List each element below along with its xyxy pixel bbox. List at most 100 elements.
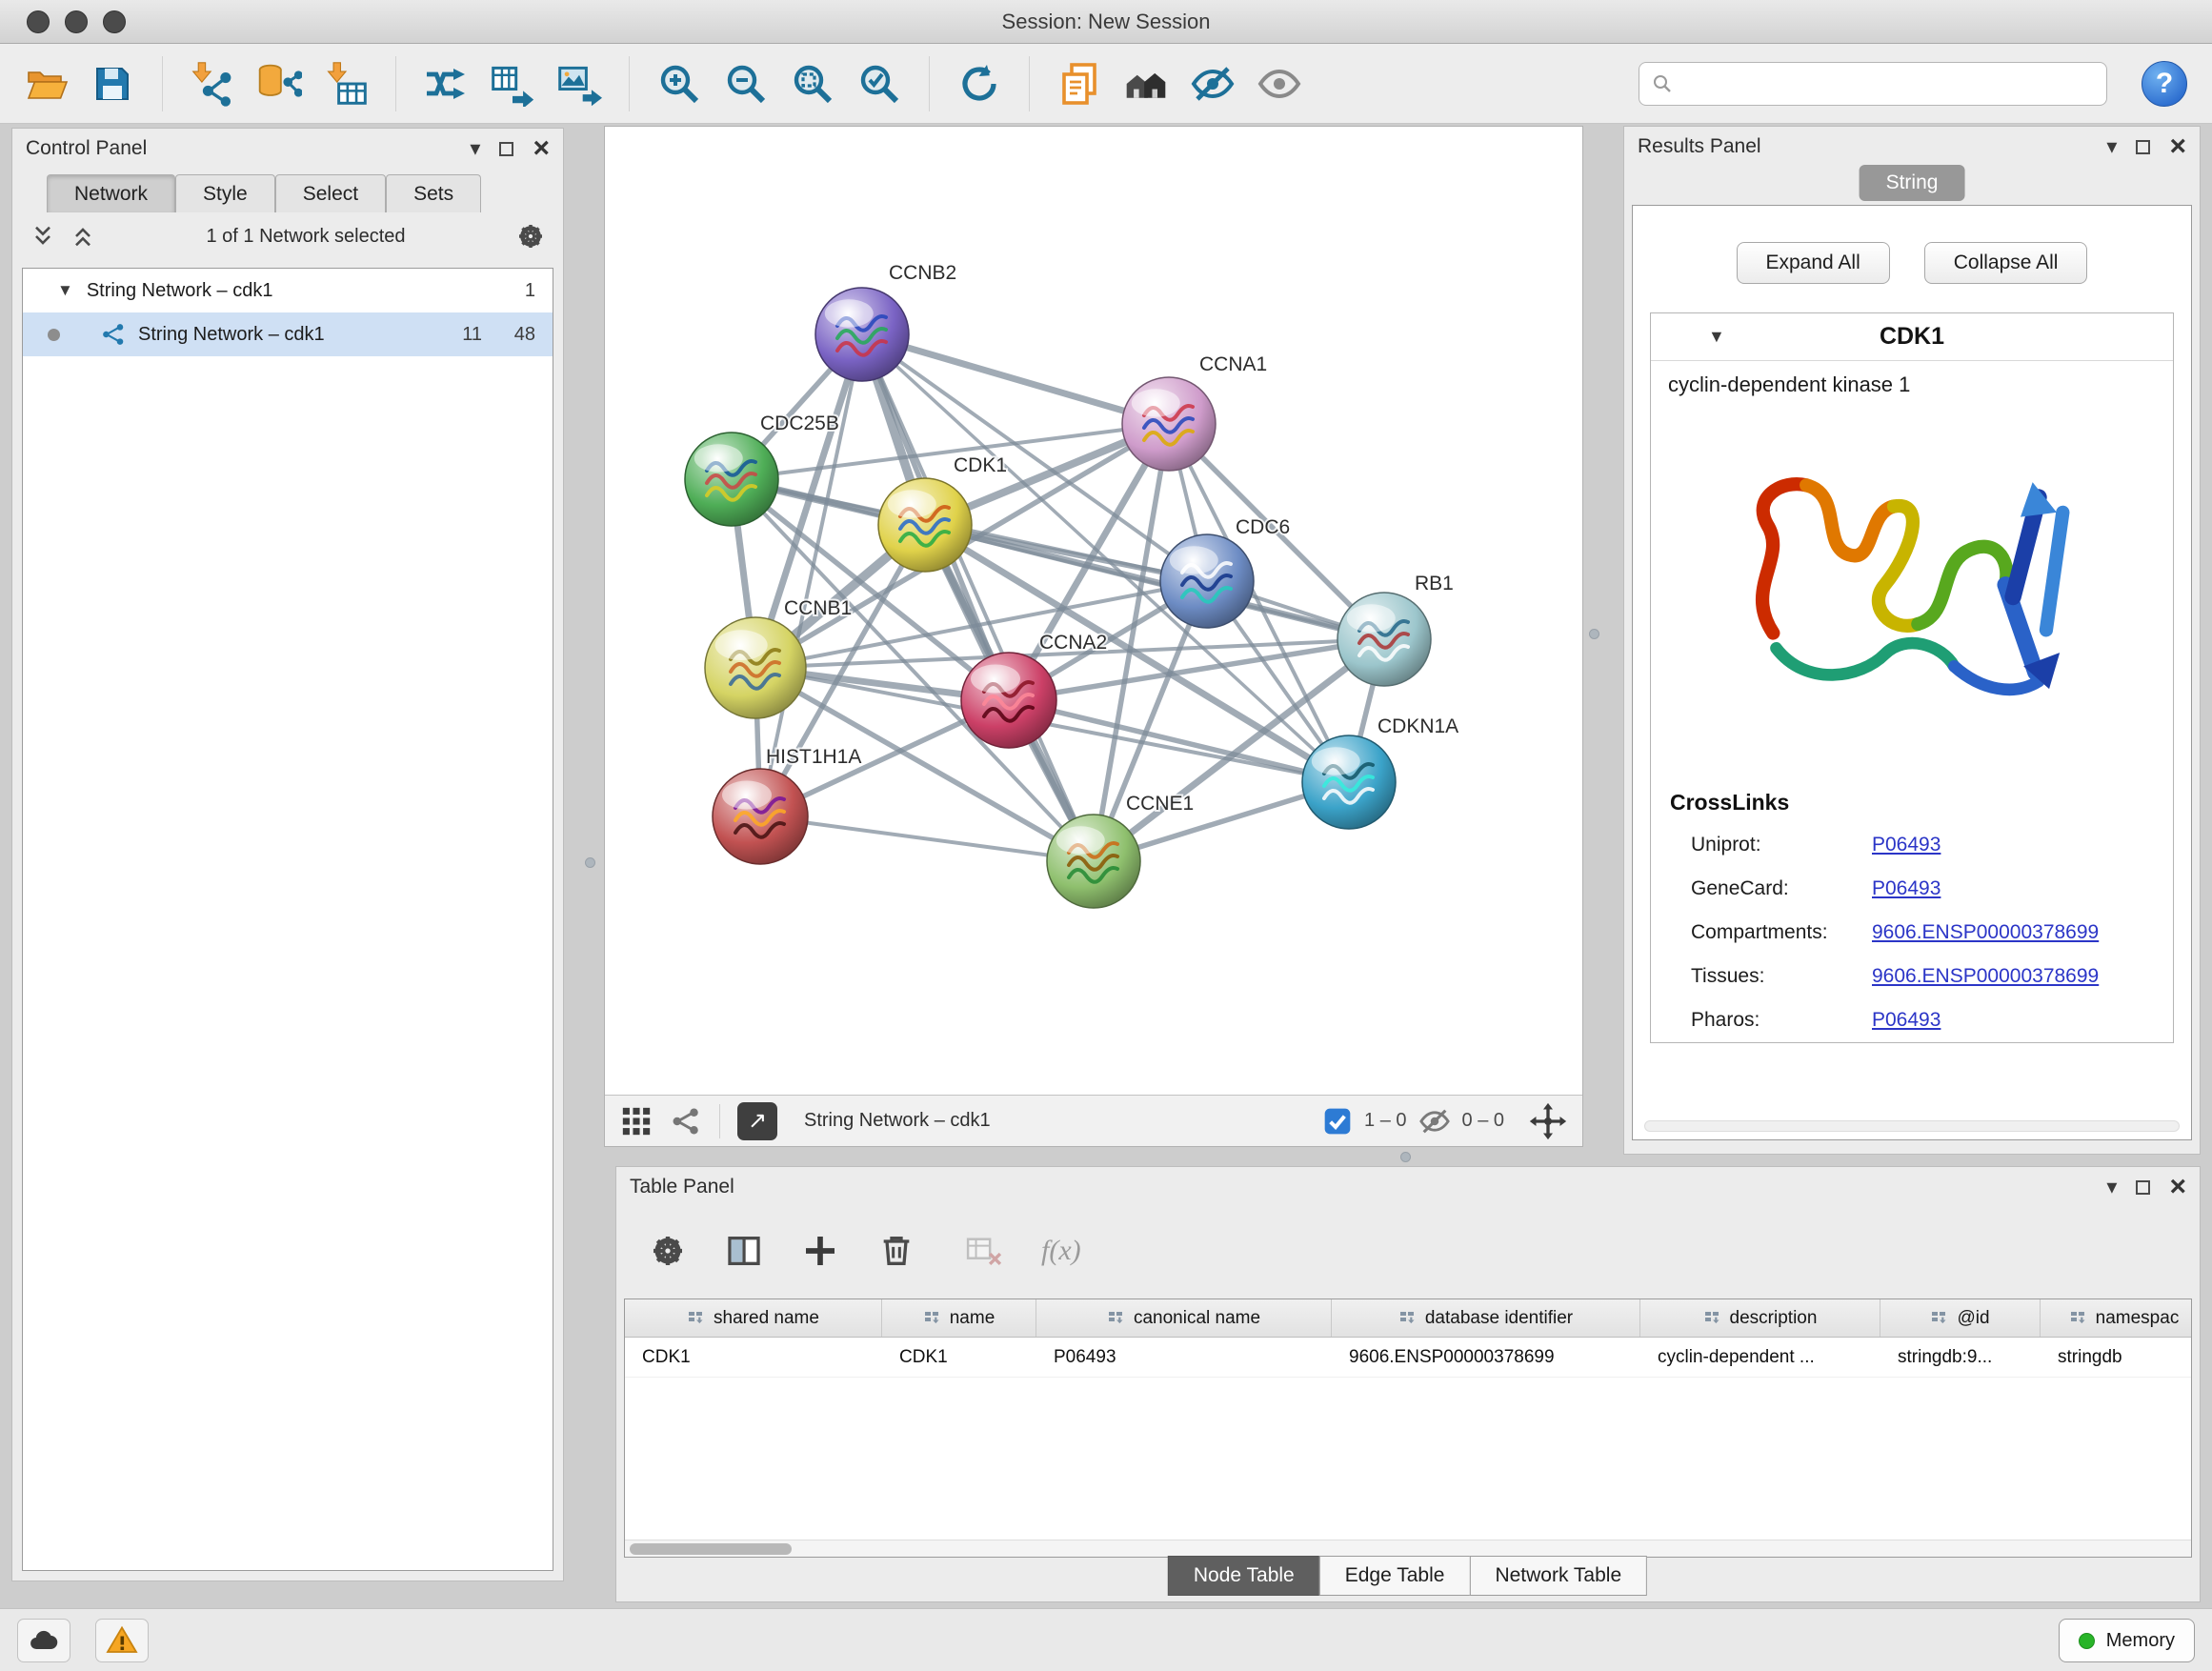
network-node-ccna1[interactable]: CCNA1 [1122, 353, 1267, 471]
node-label-cdc6: CDC6 [1236, 516, 1290, 538]
network-node-ccnb2[interactable]: CCNB2 [815, 262, 956, 381]
network-collection-row[interactable]: ▼ String Network – cdk1 1 [23, 269, 553, 312]
hidden-eye-icon[interactable] [1418, 1105, 1451, 1137]
section-caret-icon[interactable]: ▼ [1708, 327, 1725, 347]
table-horizontal-scrollbar[interactable] [625, 1540, 2191, 1557]
network-node-ccnb1[interactable]: CCNB1 [705, 597, 852, 718]
column-header-database-identifier[interactable]: database identifier [1332, 1299, 1640, 1337]
zoom-fit-icon[interactable] [786, 57, 839, 111]
view-share-icon[interactable] [670, 1105, 702, 1137]
collapse-all-button[interactable]: Collapse All [1924, 242, 2088, 284]
crosslink-link[interactable]: P06493 [1872, 1009, 1941, 1032]
fit-content-crosshair-icon[interactable] [1529, 1102, 1567, 1140]
table-row[interactable]: CDK1 CDK1 P06493 9606.ENSP00000378699 cy… [625, 1338, 2191, 1378]
show-panel-eye-icon[interactable] [1253, 57, 1306, 111]
save-session-icon[interactable] [86, 57, 139, 111]
zoom-in-icon[interactable] [653, 57, 706, 111]
panel-float-icon[interactable] [2136, 1180, 2150, 1195]
tab-network[interactable]: Network [47, 174, 175, 212]
tab-network-table[interactable]: Network Table [1469, 1556, 1647, 1596]
panel-close-icon[interactable]: × [2169, 1173, 2186, 1201]
crosslink-link[interactable]: 9606.ENSP00000378699 [1872, 921, 2099, 944]
expand-all-icon[interactable] [70, 223, 96, 250]
network-row-selected[interactable]: String Network – cdk1 11 48 [23, 312, 553, 356]
duplicate-document-icon[interactable] [1053, 57, 1106, 111]
crosslink-label: Tissues: [1691, 965, 1872, 988]
tree-caret-icon[interactable]: ▼ [57, 281, 73, 300]
column-header-namespace[interactable]: namespac [2041, 1299, 2192, 1337]
import-network-database-icon[interactable] [252, 57, 306, 111]
crosslink-link[interactable]: 9606.ENSP00000378699 [1872, 965, 2099, 988]
zoom-out-icon[interactable] [719, 57, 773, 111]
home-views-icon[interactable] [1119, 57, 1173, 111]
collapse-all-icon[interactable] [30, 223, 56, 250]
panel-menu-icon[interactable]: ▾ [2106, 1177, 2117, 1198]
zoom-selected-icon[interactable] [853, 57, 906, 111]
tab-sets[interactable]: Sets [386, 174, 481, 212]
panel-float-icon[interactable] [2136, 140, 2150, 154]
import-network-file-icon[interactable] [186, 57, 239, 111]
network-edge[interactable] [760, 334, 862, 816]
column-header-id[interactable]: @id [1880, 1299, 2041, 1337]
toolbar-search-box[interactable] [1639, 62, 2107, 106]
delete-column-trash-icon[interactable] [877, 1232, 915, 1270]
panel-float-icon[interactable] [499, 142, 513, 156]
network-node-cdk1[interactable]: CDK1 [878, 454, 1007, 572]
vertical-splitter-handle[interactable] [1589, 629, 1599, 639]
refresh-icon[interactable] [953, 57, 1006, 111]
import-table-icon[interactable] [319, 57, 372, 111]
expand-all-button[interactable]: Expand All [1737, 242, 1890, 284]
cloud-status-icon[interactable] [17, 1619, 70, 1662]
network-node-hist1h1a[interactable]: HIST1H1A [713, 746, 861, 864]
network-edge[interactable] [760, 816, 1094, 861]
table-settings-gear-icon[interactable] [649, 1232, 687, 1270]
column-header-description[interactable]: description [1640, 1299, 1880, 1337]
horizontal-splitter-handle[interactable] [1400, 1152, 1411, 1162]
network-edge[interactable] [862, 334, 1169, 424]
show-columns-icon[interactable] [725, 1232, 763, 1270]
tab-edge-table[interactable]: Edge Table [1319, 1556, 1471, 1596]
results-panel-title: Results Panel [1638, 135, 1761, 158]
hide-unhide-icon[interactable] [1186, 57, 1239, 111]
panel-close-icon[interactable]: × [533, 134, 550, 163]
selected-checkbox-icon[interactable] [1322, 1106, 1353, 1137]
search-input[interactable] [1683, 72, 2095, 94]
export-table-icon[interactable] [486, 57, 539, 111]
window-close-button[interactable] [27, 10, 50, 33]
scrollbar-thumb[interactable] [630, 1543, 792, 1555]
window-zoom-button[interactable] [103, 10, 126, 33]
network-edge[interactable] [862, 334, 1094, 861]
cell-canonical-name: P06493 [1036, 1338, 1332, 1377]
network-selection-bar: 1 of 1 Network selected [12, 212, 563, 260]
export-image-icon[interactable] [553, 57, 606, 111]
network-merge-icon[interactable] [419, 57, 473, 111]
crosslink-link[interactable]: P06493 [1872, 877, 1941, 900]
protein-section-header[interactable]: ▼ CDK1 [1651, 313, 2173, 361]
results-horizontal-scrollbar[interactable] [1644, 1120, 2180, 1132]
column-header-name[interactable]: name [882, 1299, 1036, 1337]
gear-icon[interactable] [515, 221, 546, 252]
memory-button[interactable]: Memory [2059, 1619, 2195, 1662]
vertical-splitter-handle[interactable] [585, 857, 595, 868]
warning-icon[interactable] [95, 1619, 149, 1662]
help-icon[interactable]: ? [2142, 61, 2187, 107]
panel-menu-icon[interactable]: ▾ [470, 138, 480, 159]
node-label-ccna1: CCNA1 [1199, 353, 1267, 375]
node-table: shared name name canonical name database… [624, 1299, 2192, 1558]
open-in-new-window-icon[interactable]: ↗ [737, 1102, 777, 1140]
network-node-rb1[interactable]: RB1 [1337, 573, 1454, 686]
panel-close-icon[interactable]: × [2169, 132, 2186, 161]
column-header-canonical-name[interactable]: canonical name [1036, 1299, 1332, 1337]
window-minimize-button[interactable] [65, 10, 88, 33]
open-session-icon[interactable] [19, 57, 72, 111]
crosslink-link[interactable]: P06493 [1872, 834, 1941, 856]
string-tab-badge[interactable]: String [1860, 165, 1965, 201]
add-column-icon[interactable] [801, 1232, 839, 1270]
birds-eye-grid-icon[interactable] [620, 1105, 653, 1137]
network-canvas[interactable]: CCNB2CCNA1CDC25BCDK1CDC6RB1CCNB1CCNA2CDK… [605, 127, 1582, 1095]
tab-node-table[interactable]: Node Table [1168, 1556, 1320, 1596]
tab-select[interactable]: Select [275, 174, 386, 212]
column-header-shared-name[interactable]: shared name [625, 1299, 882, 1337]
tab-style[interactable]: Style [175, 174, 275, 212]
panel-menu-icon[interactable]: ▾ [2106, 136, 2117, 157]
